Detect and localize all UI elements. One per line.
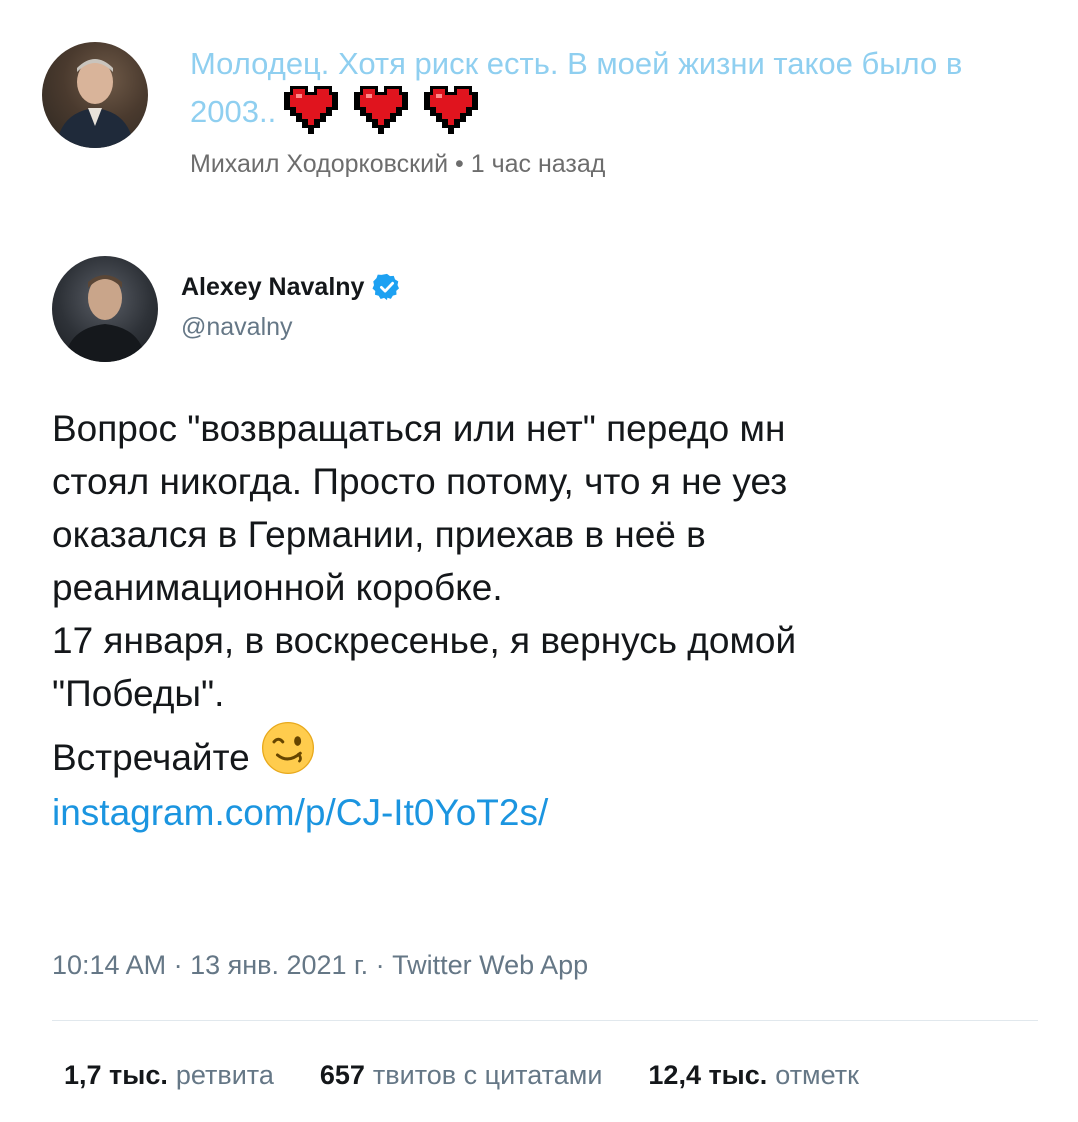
pixel-heart-icon [284, 86, 479, 134]
tweet-line: реанимационной коробке. [52, 567, 503, 608]
commenter-avatar[interactable] [42, 42, 148, 148]
stat-label: твитов с цитатами [372, 1060, 603, 1090]
comment-time: 1 час назад [470, 150, 606, 178]
tweet-author-name[interactable]: Alexey Navalny [181, 272, 402, 302]
stat-number: 1,7 тыс. [64, 1060, 168, 1090]
stat-likes[interactable]: 12,4 тыс. отметк [648, 1060, 859, 1091]
stat-label: отметк [775, 1060, 859, 1090]
tweet-line: оказался в Германии, приехав в неё в [52, 514, 706, 555]
tweet-line: 17 января, в воскресенье, я вернусь домо… [52, 620, 797, 661]
person-silhouette-icon [64, 275, 146, 362]
stat-number: 12,4 тыс. [648, 1060, 768, 1090]
stat-number: 657 [319, 1060, 365, 1090]
tweet-meta: 10:14 AM · 13 янв. 2021 г. · Twitter Web… [52, 950, 589, 980]
stat-label: ретвита [175, 1060, 274, 1090]
tweet-body: Вопрос "возвращаться или нет" передо мн … [52, 402, 1037, 839]
tweet-stats: 1,7 тыс. ретвита 657 твитов с цитатами 12,… [64, 1060, 1038, 1091]
verified-badge-icon [372, 273, 400, 301]
winking-face-icon [261, 721, 314, 775]
author-name-text: Alexey Navalny [181, 272, 365, 301]
comment-card: Молодец. Хотя риск есть. В моей жизни та… [0, 0, 1078, 200]
comment-meta: Михаил Ходорковский • 1 час назад [190, 150, 605, 179]
pixel-hearts-icon [282, 84, 492, 144]
tweet-line: Вопрос "возвращаться или нет" передо мн [52, 408, 786, 449]
tweet-author-handle[interactable]: @navalny [181, 313, 293, 342]
tweet-line-with-emoji: Встречайте [52, 720, 1037, 780]
tweet-line: "Победы". [52, 673, 225, 714]
instagram-link[interactable]: instagram.com/p/CJ-It0YoT2s/ [52, 792, 548, 833]
stat-quote-tweets[interactable]: 657 твитов с цитатами [320, 1060, 603, 1091]
tweet-link-line: instagram.com/p/CJ-It0YoT2s/ [52, 786, 1037, 839]
tweet-author-avatar[interactable] [52, 256, 158, 362]
tweet-line: Встречайте [52, 737, 250, 778]
stat-retweets[interactable]: 1,7 тыс. ретвита [64, 1060, 274, 1091]
person-silhouette-icon [56, 59, 134, 148]
comment-text-block: Молодец. Хотя риск есть. В моей жизни та… [190, 44, 1020, 144]
meta-separator: • [455, 150, 464, 178]
divider [52, 1020, 1038, 1021]
tweet-line: стоял никогда. Просто потому, что я не у… [52, 461, 788, 502]
comment-author[interactable]: Михаил Ходорковский [190, 150, 448, 178]
